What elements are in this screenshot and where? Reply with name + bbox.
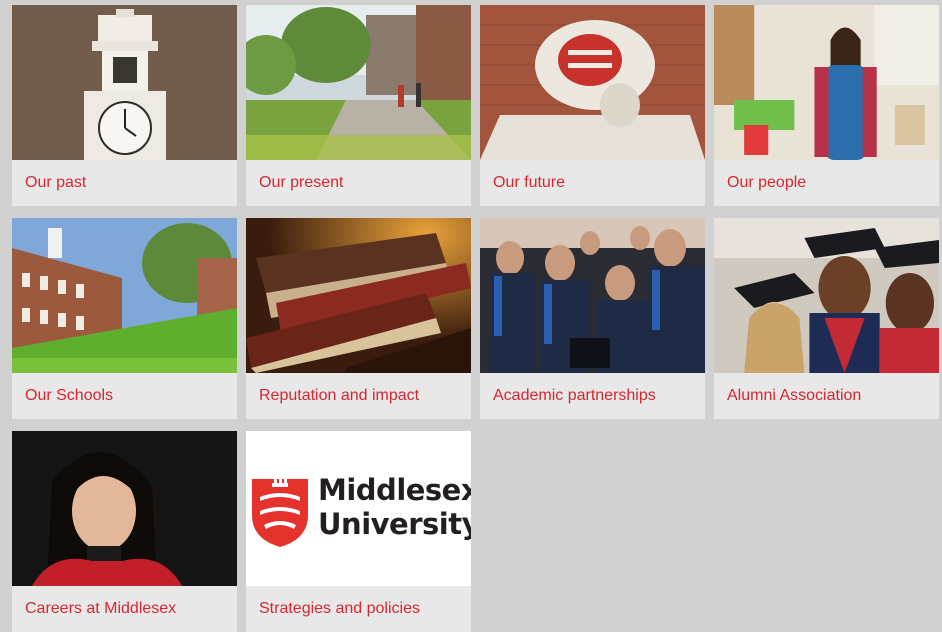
middlesex-logo: Middlesex University bbox=[246, 431, 471, 586]
smiling-graduates-photo bbox=[714, 218, 939, 373]
clock-tower-photo bbox=[12, 5, 237, 160]
campus-building-photo bbox=[12, 218, 237, 373]
tile-our-people[interactable]: Our people bbox=[714, 5, 939, 206]
teacher-classroom-photo bbox=[714, 5, 939, 160]
old-books-photo bbox=[246, 218, 471, 373]
tile-label: Our people bbox=[727, 174, 807, 191]
tile-alumni-association[interactable]: Alumni Association bbox=[714, 218, 939, 419]
tile-label: Our Schools bbox=[25, 387, 114, 404]
logo-line-1: Middlesex bbox=[318, 473, 471, 507]
tile-our-schools[interactable]: Our Schools bbox=[12, 218, 237, 419]
logo-line-2: University bbox=[318, 507, 471, 541]
tile-careers-at-middlesex[interactable]: Careers at Middlesex bbox=[12, 431, 237, 632]
logo-wordmark: Middlesex University bbox=[318, 473, 471, 541]
tile-label: Our past bbox=[25, 174, 87, 191]
tile-grid: Our past Our present Our future Our peop… bbox=[12, 5, 939, 632]
tile-label: Our future bbox=[493, 174, 566, 191]
woman-portrait-photo bbox=[12, 431, 237, 586]
tile-our-future[interactable]: Our future bbox=[480, 5, 705, 206]
tile-label: Careers at Middlesex bbox=[25, 600, 177, 617]
tile-label: Strategies and policies bbox=[259, 600, 420, 617]
campus-lawn-photo bbox=[246, 5, 471, 160]
tile-label: Academic partnerships bbox=[493, 387, 656, 404]
tile-our-present[interactable]: Our present bbox=[246, 5, 471, 206]
crest-sculpture-photo bbox=[480, 5, 705, 160]
tile-our-past[interactable]: Our past bbox=[12, 5, 237, 206]
tile-label: Reputation and impact bbox=[259, 387, 420, 404]
tile-strategies-and-policies[interactable]: Middlesex University Strategies and poli… bbox=[246, 431, 471, 632]
tile-reputation-and-impact[interactable]: Reputation and impact bbox=[246, 218, 471, 419]
tile-academic-partnerships[interactable]: Academic partnerships bbox=[480, 218, 705, 419]
tile-label: Alumni Association bbox=[727, 387, 862, 404]
tile-label: Our present bbox=[259, 174, 344, 191]
graduates-seated-photo bbox=[480, 218, 705, 373]
